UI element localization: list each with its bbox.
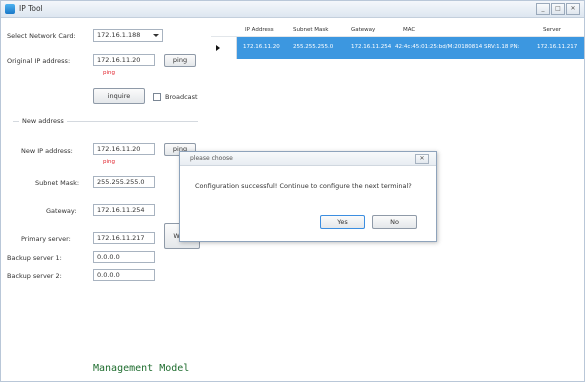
device-grid[interactable]: IP Address Subnet Mask Gateway MAC Serve… bbox=[211, 25, 584, 66]
subnet-mask-label: Subnet Mask: bbox=[35, 179, 80, 187]
new-ip-input[interactable]: 172.16.11.20 bbox=[93, 143, 155, 155]
cell-mac: 42:4c:45:01:25:bd/M:20180814 SRV:1.18 PN… bbox=[395, 44, 520, 50]
primary-server-input[interactable]: 172.16.11.217 bbox=[93, 232, 155, 244]
grid-header: IP Address Subnet Mask Gateway MAC Serve… bbox=[211, 25, 584, 37]
cell-ip: 172.16.11.20 bbox=[243, 44, 280, 50]
dialog-message: Configuration successful! Continue to co… bbox=[195, 182, 412, 190]
app-title: IP Tool bbox=[19, 4, 43, 13]
broadcast-label: Broadcast bbox=[165, 93, 198, 101]
backup-server-2-input[interactable]: 0.0.0.0 bbox=[93, 269, 155, 281]
confirm-dialog: please choose ✕ Configuration successful… bbox=[179, 151, 437, 242]
backup-server-1-input[interactable]: 0.0.0.0 bbox=[93, 251, 155, 263]
subnet-mask-input[interactable]: 255.255.255.0 bbox=[93, 176, 155, 188]
primary-server-label: Primary server: bbox=[21, 235, 71, 243]
original-ip-input[interactable]: 172.16.11.20 bbox=[93, 54, 155, 66]
inquire-button[interactable]: inquire bbox=[93, 88, 145, 104]
row-selector[interactable] bbox=[211, 37, 237, 59]
cell-subnet: 255.255.255.0 bbox=[293, 44, 334, 50]
network-card-value: 172.16.1.188 bbox=[97, 31, 141, 39]
new-ip-label: New IP address: bbox=[21, 147, 73, 155]
no-button[interactable]: No bbox=[372, 215, 417, 229]
ping-status-original: ping bbox=[103, 70, 115, 76]
broadcast-checkbox[interactable] bbox=[153, 93, 161, 101]
management-model-label: Management Model bbox=[93, 363, 190, 374]
ping-button[interactable]: ping bbox=[164, 54, 196, 67]
minimize-button[interactable]: _ bbox=[536, 3, 550, 15]
app-icon bbox=[5, 4, 15, 14]
column-header[interactable]: Server bbox=[543, 27, 561, 33]
column-header[interactable]: IP Address bbox=[245, 27, 274, 33]
table-row[interactable]: 172.16.11.20 255.255.255.0 172.16.11.254… bbox=[211, 37, 584, 59]
ip-tool-window: IP Tool _ □ ✕ Select Network Card: 172.1… bbox=[0, 0, 585, 382]
ping-status-new: ping bbox=[103, 159, 115, 165]
network-card-select[interactable]: 172.16.1.188 bbox=[93, 29, 163, 42]
column-header[interactable]: Gateway bbox=[351, 27, 375, 33]
cell-server: 172.16.11.217 bbox=[537, 44, 578, 50]
window-controls: _ □ ✕ bbox=[536, 3, 580, 15]
title-bar: IP Tool _ □ ✕ bbox=[1, 1, 584, 18]
restore-button[interactable]: □ bbox=[551, 3, 565, 15]
column-header[interactable]: Subnet Mask bbox=[293, 27, 328, 33]
original-ip-label: Original IP address: bbox=[7, 57, 71, 65]
backup-server-1-label: Backup server 1: bbox=[7, 254, 62, 262]
backup-server-2-label: Backup server 2: bbox=[7, 272, 62, 280]
gateway-label: Gateway: bbox=[46, 207, 77, 215]
column-header[interactable]: MAC bbox=[403, 27, 415, 33]
gateway-input[interactable]: 172.16.11.254 bbox=[93, 204, 155, 216]
dialog-close-button[interactable]: ✕ bbox=[415, 154, 429, 164]
select-card-label: Select Network Card: bbox=[7, 32, 76, 40]
dialog-title: please choose bbox=[190, 155, 233, 162]
row-pointer-icon bbox=[216, 45, 220, 51]
yes-button[interactable]: Yes bbox=[320, 215, 365, 229]
cell-gateway: 172.16.11.254 bbox=[351, 44, 392, 50]
dialog-title-bar: please choose ✕ bbox=[180, 152, 436, 166]
new-address-group-title: New address bbox=[19, 117, 67, 125]
close-button[interactable]: ✕ bbox=[566, 3, 580, 15]
chevron-down-icon bbox=[153, 34, 159, 37]
